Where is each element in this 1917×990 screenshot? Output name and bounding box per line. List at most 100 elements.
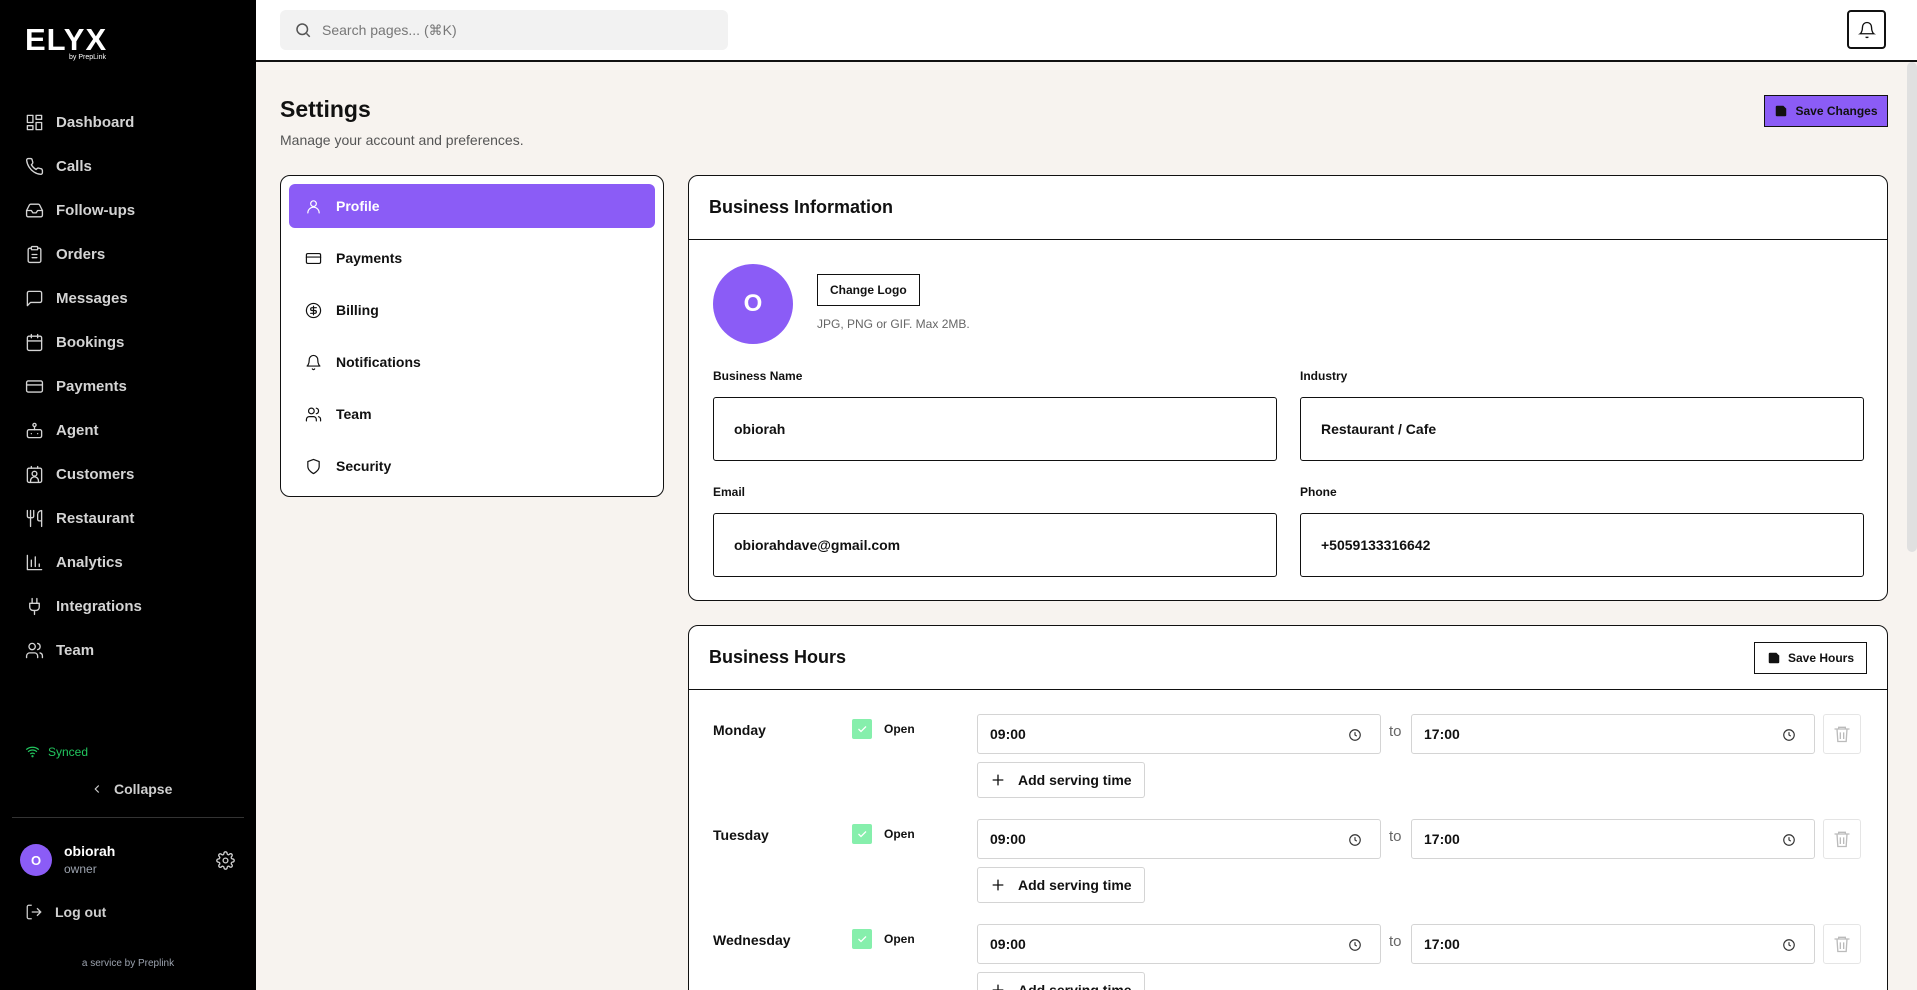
sidebar-item-label: Bookings — [56, 333, 125, 351]
open-checkbox[interactable] — [852, 719, 872, 739]
delete-time-button[interactable] — [1823, 924, 1861, 964]
sidebar-nav: Dashboard Calls Follow-ups Orders Messag… — [0, 100, 256, 672]
plus-icon — [992, 879, 1004, 891]
sidebar-divider — [12, 817, 244, 818]
sidebar-item-team[interactable]: Team — [0, 628, 256, 672]
settings-tab-payments[interactable]: Payments — [289, 236, 655, 280]
sidebar-item-calls[interactable]: Calls — [0, 144, 256, 188]
open-label: Open — [884, 722, 915, 736]
day-name: Monday — [713, 722, 766, 738]
time-from-value: 09:00 — [990, 936, 1026, 952]
avatar[interactable]: O — [20, 844, 52, 876]
settings-tab-billing[interactable]: Billing — [289, 288, 655, 332]
card-title: Business Information — [689, 176, 1887, 240]
top-bar: Search pages... (⌘K) — [256, 0, 1917, 62]
user-icon — [307, 199, 320, 213]
sidebar-item-integrations[interactable]: Integrations — [0, 584, 256, 628]
clock-icon — [1348, 938, 1362, 952]
sidebar-item-label: Calls — [56, 157, 92, 175]
clock-icon — [1348, 728, 1362, 742]
collapse-button[interactable]: Collapse — [90, 781, 172, 797]
notifications-button[interactable] — [1847, 10, 1886, 49]
logout-icon — [26, 904, 42, 920]
time-from-input[interactable]: 09:00 — [977, 924, 1381, 964]
app-logo[interactable]: ELYX by PrepLink — [25, 24, 107, 62]
industry-label: Industry — [1300, 369, 1348, 383]
settings-tab-profile[interactable]: Profile — [289, 184, 655, 228]
delete-time-button[interactable] — [1823, 819, 1861, 859]
check-icon — [858, 726, 867, 733]
sidebar-item-analytics[interactable]: Analytics — [0, 540, 256, 584]
logo-subtext: by PrepLink — [69, 54, 106, 61]
settings-tab-label: Security — [336, 458, 392, 474]
bell-icon — [1857, 21, 1876, 38]
sidebar-item-label: Team — [56, 641, 95, 659]
sidebar-item-label: Agent — [56, 421, 99, 439]
sidebar-item-bookings[interactable]: Bookings — [0, 320, 256, 364]
to-label: to — [1389, 828, 1402, 845]
business-name-field[interactable]: obiorah — [713, 397, 1277, 461]
save-changes-label: Save Changes — [1795, 104, 1878, 118]
sidebar-item-follow-ups[interactable]: Follow-ups — [0, 188, 256, 232]
email-label: Email — [713, 485, 746, 499]
save-changes-button[interactable]: Save Changes — [1764, 95, 1888, 127]
bell-icon — [306, 354, 321, 370]
time-from-value: 09:00 — [990, 726, 1026, 742]
phone-icon — [24, 156, 44, 176]
users-icon — [305, 407, 322, 421]
calendar-icon — [24, 332, 44, 352]
gear-icon[interactable] — [216, 851, 235, 870]
logo-hint: JPG, PNG or GIF. Max 2MB. — [817, 317, 970, 331]
credit-card-icon — [305, 252, 322, 264]
logout-button[interactable]: Log out — [25, 903, 106, 921]
clock-icon — [1782, 728, 1796, 742]
sidebar-item-label: Integrations — [56, 597, 142, 615]
industry-field[interactable]: Restaurant / Cafe — [1300, 397, 1864, 461]
check-icon — [858, 831, 867, 838]
plus-icon — [992, 774, 1004, 786]
add-serving-label: Add serving time — [1018, 772, 1132, 788]
message-icon — [24, 288, 44, 308]
add-serving-time-button[interactable]: Add serving time — [977, 762, 1145, 798]
sidebar-item-messages[interactable]: Messages — [0, 276, 256, 320]
time-to-input[interactable]: 17:00 — [1411, 924, 1815, 964]
search-input[interactable]: Search pages... (⌘K) — [280, 10, 728, 50]
settings-tab-notifications[interactable]: Notifications — [289, 340, 655, 384]
dashboard-icon — [24, 112, 44, 132]
to-label: to — [1389, 723, 1402, 740]
time-to-input[interactable]: 17:00 — [1411, 714, 1815, 754]
users-icon — [24, 640, 44, 660]
delete-time-button[interactable] — [1823, 714, 1861, 754]
page-scrollbar[interactable] — [1907, 62, 1917, 552]
sidebar-item-dashboard[interactable]: Dashboard — [0, 100, 256, 144]
save-hours-button[interactable]: Save Hours — [1753, 642, 1867, 674]
trash-icon — [1834, 726, 1850, 743]
settings-tab-team[interactable]: Team — [289, 392, 655, 436]
time-to-input[interactable]: 17:00 — [1411, 819, 1815, 859]
settings-tab-security[interactable]: Security — [289, 444, 655, 488]
sidebar-item-orders[interactable]: Orders — [0, 232, 256, 276]
email-field[interactable]: obiorahdave@gmail.com — [713, 513, 1277, 577]
bot-icon — [24, 420, 44, 440]
open-checkbox[interactable] — [852, 824, 872, 844]
add-serving-label: Add serving time — [1018, 982, 1132, 990]
add-serving-time-button[interactable]: Add serving time — [977, 972, 1145, 990]
save-icon — [1768, 652, 1780, 664]
sidebar-item-agent[interactable]: Agent — [0, 408, 256, 452]
day-name: Tuesday — [713, 827, 769, 843]
open-label: Open — [884, 827, 915, 841]
add-serving-time-button[interactable]: Add serving time — [977, 867, 1145, 903]
sidebar-item-payments[interactable]: Payments — [0, 364, 256, 408]
open-checkbox[interactable] — [852, 929, 872, 949]
change-logo-button[interactable]: Change Logo — [817, 274, 920, 306]
user-name: obiorah — [64, 843, 116, 859]
sidebar-item-customers[interactable]: Customers — [0, 452, 256, 496]
time-to-value: 17:00 — [1424, 936, 1460, 952]
page-title: Settings — [280, 96, 371, 122]
phone-field[interactable]: +5059133316642 — [1300, 513, 1864, 577]
business-name-label: Business Name — [713, 369, 803, 383]
time-from-input[interactable]: 09:00 — [977, 819, 1381, 859]
sidebar-item-restaurant[interactable]: Restaurant — [0, 496, 256, 540]
sidebar: ELYX by PrepLink Dashboard Calls Follow-… — [0, 0, 256, 990]
time-from-input[interactable]: 09:00 — [977, 714, 1381, 754]
